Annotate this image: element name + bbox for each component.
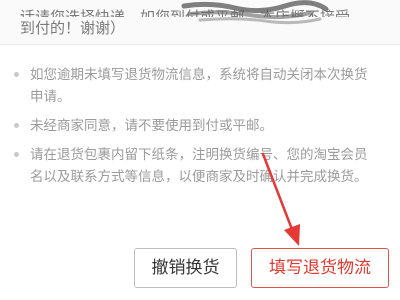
notice-text: 请在退货包裹内留下纸条，注明换货编号、您的淘宝会员名以及联系方式等信息，以便商家…: [30, 147, 368, 185]
notice-item: 如您逾期未填写退货物流信息，系统将自动关闭本次换货申请。: [12, 64, 392, 108]
bullet-dot-icon: [14, 123, 19, 128]
arrow-pointer-icon: [261, 152, 300, 246]
redaction-scribble: [181, 0, 329, 25]
notice-text: 未经商家同意，请不要使用到付或平邮。: [30, 118, 273, 134]
previous-message-tail: 到付的！谢谢）: [20, 19, 126, 37]
bullet-dot-icon: [14, 152, 19, 157]
notice-text: 如您逾期未填写退货物流信息，系统将自动关闭本次换货申请。: [30, 67, 368, 105]
fill-return-logistics-button[interactable]: 填写退货物流: [251, 248, 389, 288]
notice-item: 请在退货包裹内留下纸条，注明换货编号、您的淘宝会员名以及联系方式等信息，以便商家…: [12, 144, 392, 188]
bullet-dot-icon: [14, 72, 19, 77]
cancel-exchange-button[interactable]: 撤销换货: [134, 248, 237, 288]
notice-item: 未经商家同意，请不要使用到付或平邮。: [12, 115, 392, 137]
exchange-notice-list: 如您逾期未填写退货物流信息，系统将自动关闭本次换货申请。 未经商家同意，请不要使…: [12, 64, 392, 195]
return-exchange-page: 话请您选择快递，如您到付或平邮，本店概不接受 到付的！谢谢） 如您逾期未填写退货…: [0, 0, 400, 300]
previous-message-card: 话请您选择快递，如您到付或平邮，本店概不接受 到付的！谢谢）: [0, 0, 400, 45]
